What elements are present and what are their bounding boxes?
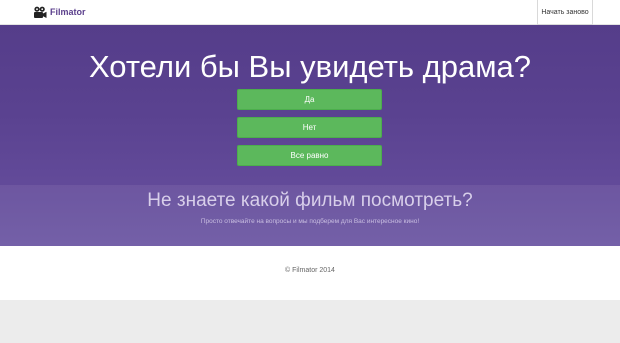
- answer-yes-button[interactable]: Да: [237, 89, 382, 110]
- brand-name: Filmator: [50, 7, 86, 17]
- footer: © Filmator 2014: [0, 246, 620, 300]
- film-camera-icon: [34, 6, 47, 18]
- answer-no-button[interactable]: Нет: [237, 117, 382, 138]
- hero-section: Хотели бы Вы увидеть драма? Да Нет Все р…: [0, 25, 620, 246]
- subtitle: Просто отвечайте на вопросы и мы подбере…: [200, 218, 420, 225]
- answer-any-button[interactable]: Все равно: [237, 145, 382, 166]
- copyright-text: © Filmator 2014: [285, 267, 335, 274]
- restart-button[interactable]: Начать заново: [537, 0, 593, 25]
- page-background: [0, 300, 620, 343]
- question-heading: Хотели бы Вы увидеть драма?: [88, 49, 532, 84]
- brand-link[interactable]: Filmator: [33, 6, 86, 19]
- tagline: Не знаете какой фильм посмотреть?: [147, 190, 473, 211]
- navbar: Filmator Начать заново: [0, 0, 620, 25]
